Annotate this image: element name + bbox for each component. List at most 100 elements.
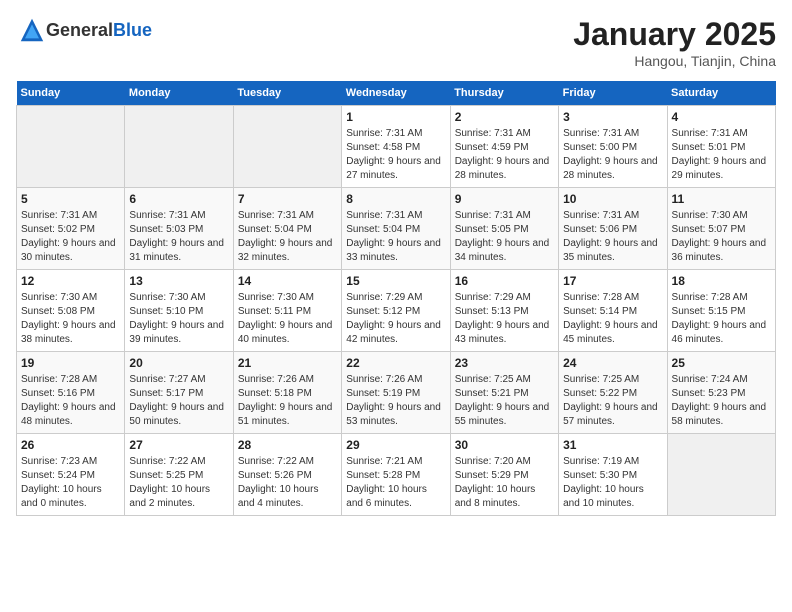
day-info: Sunrise: 7:31 AMSunset: 5:04 PMDaylight:… [238, 209, 337, 265]
day-number: 3 [563, 110, 662, 124]
day-number: 27 [129, 438, 228, 452]
day-info: Sunrise: 7:29 AMSunset: 5:12 PMDaylight:… [346, 291, 445, 347]
day-cell: 10Sunrise: 7:31 AMSunset: 5:06 PMDayligh… [559, 188, 667, 270]
day-cell: 6Sunrise: 7:31 AMSunset: 5:03 PMDaylight… [125, 188, 233, 270]
title-section: January 2025 Hangou, Tianjin, China [573, 16, 776, 69]
day-info: Sunrise: 7:20 AMSunset: 5:29 PMDaylight:… [455, 455, 554, 511]
day-cell: 7Sunrise: 7:31 AMSunset: 5:04 PMDaylight… [233, 188, 341, 270]
day-cell: 8 Sunrise: 7:31 AMSunset: 5:04 PMDaylight… [342, 188, 450, 270]
header-monday: Monday [125, 81, 233, 106]
day-cell: 27 Sunrise: 7:22 AMSunset: 5:25 PMDayligh… [125, 434, 233, 516]
day-info: Sunrise: 7:25 AMSunset: 5:21 PMDaylight:… [455, 373, 554, 429]
page-header: GeneralBlue January 2025 Hangou, Tianjin… [16, 16, 776, 69]
day-number: 19 [21, 356, 120, 370]
day-number: 6 [129, 192, 228, 206]
day-cell: 9Sunrise: 7:31 AMSunset: 5:05 PMDaylight… [450, 188, 558, 270]
day-number: 25 [672, 356, 771, 370]
day-cell: 16 Sunrise: 7:29 AMSunset: 5:13 PMDayligh… [450, 270, 558, 352]
day-cell: 3 Sunrise: 7:31 AMSunset: 5:00 PMDaylight… [559, 106, 667, 188]
day-cell: 23 Sunrise: 7:25 AMSunset: 5:21 PMDayligh… [450, 352, 558, 434]
day-info: Sunrise: 7:26 AMSunset: 5:19 PMDaylight:… [346, 373, 445, 429]
header-thursday: Thursday [450, 81, 558, 106]
month-title: January 2025 [573, 16, 776, 53]
day-cell: 17 Sunrise: 7:28 AMSunset: 5:14 PMDayligh… [559, 270, 667, 352]
day-number: 31 [563, 438, 662, 452]
week-row-2: 12 Sunrise: 7:30 AMSunset: 5:08 PMDayligh… [17, 270, 776, 352]
day-info: Sunrise: 7:28 AMSunset: 5:15 PMDaylight:… [672, 291, 771, 347]
day-info: Sunrise: 7:31 AMSunset: 5:04 PMDaylight:… [346, 209, 445, 265]
day-info: Sunrise: 7:31 AMSunset: 4:58 PMDaylight:… [346, 127, 445, 183]
day-cell: 31 Sunrise: 7:19 AMSunset: 5:30 PMDayligh… [559, 434, 667, 516]
day-cell: 20 Sunrise: 7:27 AMSunset: 5:17 PMDayligh… [125, 352, 233, 434]
header-friday: Friday [559, 81, 667, 106]
header-wednesday: Wednesday [342, 81, 450, 106]
day-cell: 2Sunrise: 7:31 AMSunset: 4:59 PMDaylight… [450, 106, 558, 188]
day-info: Sunrise: 7:31 AMSunset: 5:06 PMDaylight:… [563, 209, 662, 265]
day-cell [125, 106, 233, 188]
logo-icon [18, 16, 46, 44]
day-cell: 21Sunrise: 7:26 AMSunset: 5:18 PMDayligh… [233, 352, 341, 434]
day-cell: 5 Sunrise: 7:31 AMSunset: 5:02 PMDaylight… [17, 188, 125, 270]
day-cell: 25 Sunrise: 7:24 AMSunset: 5:23 PMDayligh… [667, 352, 775, 434]
day-info: Sunrise: 7:25 AMSunset: 5:22 PMDaylight:… [563, 373, 662, 429]
calendar-table: SundayMondayTuesdayWednesdayThursdayFrid… [16, 81, 776, 516]
day-cell: 30 Sunrise: 7:20 AMSunset: 5:29 PMDayligh… [450, 434, 558, 516]
day-info: Sunrise: 7:31 AMSunset: 5:00 PMDaylight:… [563, 127, 662, 183]
day-info: Sunrise: 7:22 AMSunset: 5:25 PMDaylight:… [129, 455, 228, 511]
day-cell: 13 Sunrise: 7:30 AMSunset: 5:10 PMDayligh… [125, 270, 233, 352]
day-info: Sunrise: 7:28 AMSunset: 5:16 PMDaylight:… [21, 373, 120, 429]
day-cell: 15 Sunrise: 7:29 AMSunset: 5:12 PMDayligh… [342, 270, 450, 352]
day-info: Sunrise: 7:19 AMSunset: 5:30 PMDaylight:… [563, 455, 662, 511]
day-number: 24 [563, 356, 662, 370]
day-number: 20 [129, 356, 228, 370]
day-number: 11 [672, 192, 771, 206]
day-cell [233, 106, 341, 188]
logo-text-blue: Blue [113, 20, 152, 40]
day-number: 26 [21, 438, 120, 452]
day-number: 23 [455, 356, 554, 370]
day-number: 9 [455, 192, 554, 206]
day-info: Sunrise: 7:23 AMSunset: 5:24 PMDaylight:… [21, 455, 120, 511]
location: Hangou, Tianjin, China [573, 53, 776, 69]
day-cell: 18Sunrise: 7:28 AMSunset: 5:15 PMDayligh… [667, 270, 775, 352]
day-info: Sunrise: 7:30 AMSunset: 5:10 PMDaylight:… [129, 291, 228, 347]
day-number: 16 [455, 274, 554, 288]
week-row-4: 26 Sunrise: 7:23 AMSunset: 5:24 PMDayligh… [17, 434, 776, 516]
day-cell: 22Sunrise: 7:26 AMSunset: 5:19 PMDayligh… [342, 352, 450, 434]
day-number: 5 [21, 192, 120, 206]
day-info: Sunrise: 7:30 AMSunset: 5:08 PMDaylight:… [21, 291, 120, 347]
day-info: Sunrise: 7:31 AMSunset: 5:02 PMDaylight:… [21, 209, 120, 265]
day-number: 15 [346, 274, 445, 288]
day-cell [667, 434, 775, 516]
day-info: Sunrise: 7:31 AMSunset: 4:59 PMDaylight:… [455, 127, 554, 183]
day-info: Sunrise: 7:29 AMSunset: 5:13 PMDaylight:… [455, 291, 554, 347]
day-number: 29 [346, 438, 445, 452]
day-number: 8 [346, 192, 445, 206]
day-number: 21 [238, 356, 337, 370]
day-cell: 24 Sunrise: 7:25 AMSunset: 5:22 PMDayligh… [559, 352, 667, 434]
day-number: 12 [21, 274, 120, 288]
header-saturday: Saturday [667, 81, 775, 106]
day-info: Sunrise: 7:30 AMSunset: 5:11 PMDaylight:… [238, 291, 337, 347]
header-sunday: Sunday [17, 81, 125, 106]
day-info: Sunrise: 7:31 AMSunset: 5:01 PMDaylight:… [672, 127, 771, 183]
day-cell: 28Sunrise: 7:22 AMSunset: 5:26 PMDayligh… [233, 434, 341, 516]
day-info: Sunrise: 7:24 AMSunset: 5:23 PMDaylight:… [672, 373, 771, 429]
logo-text-general: General [46, 20, 113, 40]
day-number: 13 [129, 274, 228, 288]
week-row-1: 5 Sunrise: 7:31 AMSunset: 5:02 PMDaylight… [17, 188, 776, 270]
day-cell: 1Sunrise: 7:31 AMSunset: 4:58 PMDaylight… [342, 106, 450, 188]
week-row-0: 1Sunrise: 7:31 AMSunset: 4:58 PMDaylight… [17, 106, 776, 188]
day-cell: 11 Sunrise: 7:30 AMSunset: 5:07 PMDayligh… [667, 188, 775, 270]
day-info: Sunrise: 7:27 AMSunset: 5:17 PMDaylight:… [129, 373, 228, 429]
day-info: Sunrise: 7:28 AMSunset: 5:14 PMDaylight:… [563, 291, 662, 347]
day-number: 28 [238, 438, 337, 452]
day-number: 4 [672, 110, 771, 124]
day-number: 14 [238, 274, 337, 288]
day-cell: 19 Sunrise: 7:28 AMSunset: 5:16 PMDayligh… [17, 352, 125, 434]
calendar-header-row: SundayMondayTuesdayWednesdayThursdayFrid… [17, 81, 776, 106]
day-number: 30 [455, 438, 554, 452]
day-number: 17 [563, 274, 662, 288]
day-info: Sunrise: 7:30 AMSunset: 5:07 PMDaylight:… [672, 209, 771, 265]
logo: GeneralBlue [16, 16, 152, 44]
